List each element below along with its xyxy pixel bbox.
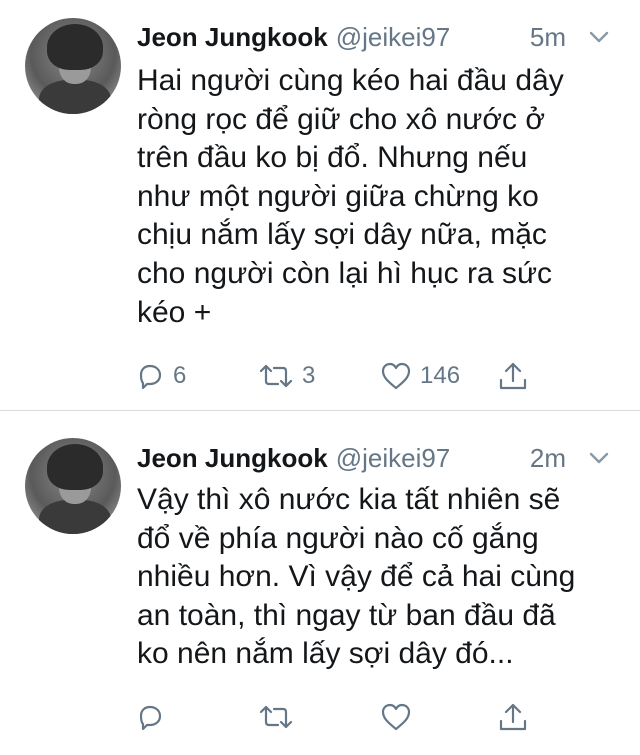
tweet-actions [0, 697, 640, 737]
retweet-icon [259, 705, 293, 729]
retweet-button[interactable]: 3 [258, 356, 315, 396]
share-button[interactable] [497, 356, 529, 396]
tweet-text: Hai người cùng kéo hai đầu dây ròng rọc … [137, 62, 617, 332]
tweet-text-line: đổ về phía người nào cố gắng [137, 521, 539, 555]
timestamp[interactable]: 2m [530, 443, 566, 474]
tweet-text-line: ròng rọc để giữ cho xô nước ở [137, 102, 546, 136]
tweet-text-line: ko nên nắm lấy sợi dây đó... [137, 637, 514, 671]
tweet-text: Vậy thì xô nước kia tất nhiên sẽ đổ về p… [137, 481, 617, 674]
retweet-button[interactable] [258, 697, 302, 737]
like-button[interactable] [380, 697, 420, 737]
tweet-text-line: an toàn, thì ngay từ ban đầu đã [137, 598, 556, 632]
reply-icon [139, 705, 162, 731]
retweet-count: 3 [302, 362, 316, 389]
username-handle[interactable]: @jeikei97 [336, 443, 451, 473]
share-icon [499, 703, 527, 731]
display-name[interactable]: Jeon Jungkook [137, 443, 328, 473]
timestamp[interactable]: 5m [530, 22, 566, 53]
share-icon [499, 362, 527, 390]
heart-icon [381, 362, 411, 390]
reply-icon [139, 364, 162, 390]
tweet-text-line: nhiều hơn. Vì vậy để cả hai cùng [137, 560, 576, 594]
tweet-text-line: kéo + [137, 295, 212, 329]
like-count: 146 [420, 362, 461, 389]
retweet-icon [259, 364, 293, 388]
reply-button[interactable]: 6 [135, 356, 186, 396]
tweet-text-line: Vậy thì xô nước kia tất nhiên sẽ [137, 483, 561, 516]
tweet-header: Jeon Jungkook @jeikei97 5m [137, 22, 610, 54]
tweet-text-line: chịu nắm lấy sợi dây nữa, mặc [137, 218, 547, 252]
display-name[interactable]: Jeon Jungkook [137, 22, 328, 52]
reply-count: 6 [173, 362, 187, 389]
reply-button[interactable] [135, 697, 173, 737]
tweet[interactable]: Jeon Jungkook @jeikei97 2m Vậy thì xô nướ… [0, 411, 640, 755]
tweet-actions: 6 3 146 [0, 356, 640, 396]
heart-icon [381, 703, 411, 731]
avatar[interactable] [25, 18, 121, 114]
like-button[interactable]: 146 [380, 356, 460, 396]
chevron-down-icon[interactable] [588, 26, 610, 48]
tweet-text-line: như một người giữa chừng ko [137, 179, 539, 213]
tweet-text-line: trên đầu ko bị đổ. Nhưng nếu [137, 141, 528, 175]
tweet-text-line: cho người còn lại hì hục ra sức [137, 256, 553, 290]
chevron-down-icon[interactable] [588, 447, 610, 469]
avatar[interactable] [25, 438, 121, 534]
tweet-header: Jeon Jungkook @jeikei97 2m [137, 443, 610, 475]
tweet-text-line: Hai người cùng kéo hai đầu dây [137, 64, 564, 97]
tweet[interactable]: Jeon Jungkook @jeikei97 5m Hai người cùng… [0, 0, 640, 410]
username-handle[interactable]: @jeikei97 [336, 22, 451, 52]
share-button[interactable] [497, 697, 529, 737]
